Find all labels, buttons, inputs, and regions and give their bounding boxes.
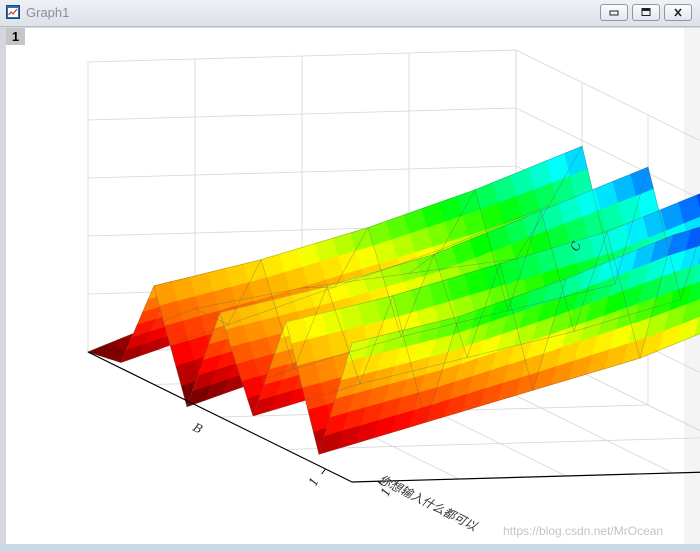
grid-line — [515, 49, 700, 142]
y-axis-line — [351, 471, 700, 483]
surface — [87, 145, 700, 456]
watermark: https://blog.csdn.net/MrOcean — [503, 524, 664, 538]
x-tick-label: 1 — [306, 475, 322, 488]
graph-window: Graph1 1 0.20.30.40.50.611B你想输入什么都可以C ht… — [0, 0, 700, 551]
x-axis-title: B — [190, 420, 205, 437]
surface-plot-3d: 0.20.30.40.50.611B你想输入什么都可以C — [87, 49, 700, 534]
x-tick — [321, 468, 326, 475]
y-axis-title: 你想输入什么都可以 — [377, 472, 480, 534]
